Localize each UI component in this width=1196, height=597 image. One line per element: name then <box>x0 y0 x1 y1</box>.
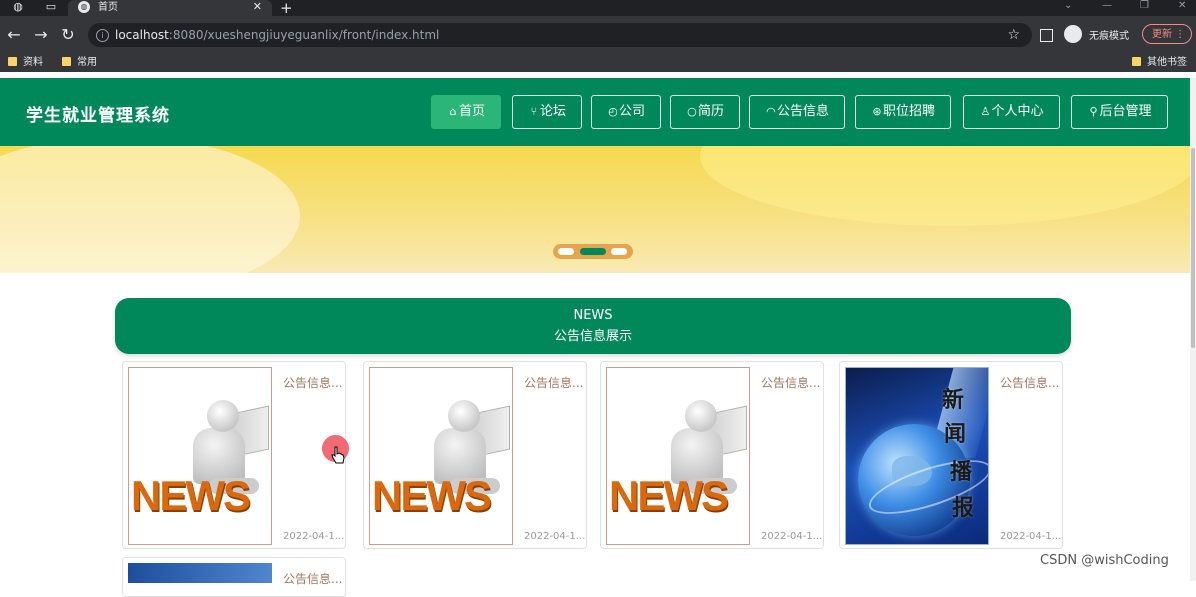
key-icon: ⚲ <box>1089 105 1098 118</box>
browser-globe-icon[interactable]: ◍ <box>10 0 26 14</box>
bookmark-folder-other[interactable]: 其他书签 <box>1132 56 1187 70</box>
tab-close-icon[interactable]: ✕ <box>253 0 262 14</box>
briefcase-icon: ⊛ <box>872 105 882 118</box>
folder-icon <box>62 57 71 66</box>
news-card-date: 2022-04-1... <box>524 531 586 542</box>
update-button[interactable]: 更新 ⋮ <box>1142 24 1192 44</box>
nav-resume[interactable]: ○简历 <box>670 95 740 129</box>
news-card-date: 2022-04-1... <box>761 531 823 542</box>
news-heading-cn: 公告信息展示 <box>553 329 632 344</box>
tab-list-icon[interactable]: ⌄ <box>1064 0 1072 12</box>
folder-icon <box>1132 57 1141 66</box>
news-thumbnail[interactable] <box>128 563 272 583</box>
news-thumbnail[interactable]: 新 闻 播 报 <box>845 367 989 545</box>
folder-icon <box>8 57 17 66</box>
resume-icon: ○ <box>687 105 697 118</box>
browser-tabstrip: ◍ ▭ ◍ 首页 ✕ + ⌄ — ❐ ✕ <box>0 0 1196 17</box>
news-card[interactable]: NEWS 公告信息... 2022-04-1... <box>122 361 346 549</box>
minimize-icon[interactable]: — <box>1102 0 1112 12</box>
news-thumbnail[interactable]: NEWS <box>369 367 513 545</box>
forward-arrow-icon[interactable]: → <box>31 25 51 45</box>
news-card-date: 2022-04-1... <box>1000 531 1062 542</box>
news-thumbnail[interactable]: NEWS <box>606 367 750 545</box>
globe-char-3: 播 <box>950 459 973 485</box>
tab-favicon-icon: ◍ <box>78 1 90 13</box>
news-heading-en: NEWS <box>573 308 613 323</box>
bookmark-folder-changyong[interactable]: 常用 <box>62 56 97 70</box>
address-bar[interactable]: i localhost:8080/xueshengjiuyeguanlix/fr… <box>88 23 1032 47</box>
carousel-dot-2[interactable] <box>580 248 606 255</box>
site-info-icon[interactable]: i <box>96 29 109 42</box>
watermark-text: CSDN @wishCoding <box>1040 553 1169 568</box>
news-card-category[interactable]: 公告信息... <box>524 374 583 391</box>
news-logo-text: NEWS <box>131 472 251 519</box>
news-logo-text: NEWS <box>609 472 729 519</box>
news-logo-text: NEWS <box>372 472 492 519</box>
news-card[interactable]: 新 闻 播 报 公告信息... 2022-04-1... <box>839 361 1063 549</box>
bookmarks-bar: 资料 常用 其他书签 <box>0 54 1196 72</box>
hero-carousel[interactable] <box>0 146 1190 273</box>
bookmark-star-icon[interactable]: ☆ <box>1007 23 1020 47</box>
home-icon: ⌂ <box>449 105 457 118</box>
incognito-icon[interactable] <box>1064 25 1082 43</box>
window-close-icon[interactable]: ✕ <box>1178 0 1186 12</box>
tab-title: 首页 <box>98 2 118 13</box>
side-panel-icon[interactable] <box>1040 29 1053 42</box>
globe-char-1: 新 <box>942 387 965 413</box>
cloud-icon: ◠ <box>766 105 776 118</box>
news-thumbnail[interactable]: NEWS <box>128 367 272 545</box>
carousel-indicators <box>553 244 633 259</box>
globe-char-2: 闻 <box>944 421 967 447</box>
restore-icon[interactable]: ❐ <box>1140 0 1149 12</box>
address-url[interactable]: localhost:8080/xueshengjiuyeguanlix/fron… <box>115 23 439 47</box>
news-card[interactable]: 公告信息... <box>122 557 346 597</box>
carousel-dot-1[interactable] <box>558 248 574 255</box>
tab-search-icon[interactable]: ▭ <box>43 0 59 14</box>
carousel-dot-3[interactable] <box>611 248 627 255</box>
new-tab-button[interactable]: + <box>280 0 293 17</box>
reload-icon[interactable]: ↻ <box>58 25 78 45</box>
news-card-category[interactable]: 公告信息... <box>761 374 820 391</box>
site-title: 学生就业管理系统 <box>26 106 170 126</box>
forum-icon: ⑂ <box>530 105 538 118</box>
bookmark-folder-ziliao[interactable]: 资料 <box>8 56 43 70</box>
nav-company[interactable]: ◴公司 <box>591 95 661 129</box>
banner-decoration <box>700 146 1190 226</box>
incognito-label[interactable]: 无痕模式 <box>1089 27 1129 42</box>
news-section-heading: NEWS 公告信息展示 <box>115 298 1071 354</box>
browser-tab-active[interactable]: ◍ 首页 ✕ <box>68 0 272 16</box>
nav-announcements[interactable]: ◠公告信息 <box>749 95 845 129</box>
browser-toolbar: ← → ↻ i localhost:8080/xueshengjiuyeguan… <box>0 16 1196 54</box>
nav-jobs[interactable]: ⊛职位招聘 <box>855 95 951 129</box>
news-card-date: 2022-04-1... <box>283 531 345 542</box>
news-card[interactable]: NEWS 公告信息... 2022-04-1... <box>363 361 587 549</box>
news-card-category[interactable]: 公告信息... <box>283 374 342 391</box>
nav-personal-center[interactable]: ♙个人中心 <box>963 95 1060 129</box>
news-card-category[interactable]: 公告信息... <box>1000 374 1059 391</box>
company-icon: ◴ <box>608 105 618 118</box>
back-arrow-icon[interactable]: ← <box>4 25 24 45</box>
site-header: 学生就业管理系统 ⌂ 首页 ⑂ 论坛 ◴公司 ○简历 ◠公告信息 ⊛职位招聘 ♙个人… <box>0 78 1190 146</box>
figure-head-shape <box>448 400 480 432</box>
figure-head-shape <box>207 400 239 432</box>
figure-head-shape <box>685 400 717 432</box>
news-card-category[interactable]: 公告信息... <box>283 570 342 587</box>
hand-cursor-icon <box>331 446 345 464</box>
nav-admin[interactable]: ⚲ 后台管理 <box>1071 95 1168 129</box>
page-scrollbar[interactable] <box>1190 78 1196 581</box>
news-card[interactable]: NEWS 公告信息... 2022-04-1... <box>600 361 824 549</box>
nav-forum[interactable]: ⑂ 论坛 <box>512 95 582 129</box>
scrollbar-thumb[interactable] <box>1191 148 1195 348</box>
banner-decoration <box>0 146 300 273</box>
nav-home[interactable]: ⌂ 首页 <box>431 95 501 129</box>
globe-char-4: 报 <box>952 495 975 521</box>
user-icon: ♙ <box>980 105 991 118</box>
